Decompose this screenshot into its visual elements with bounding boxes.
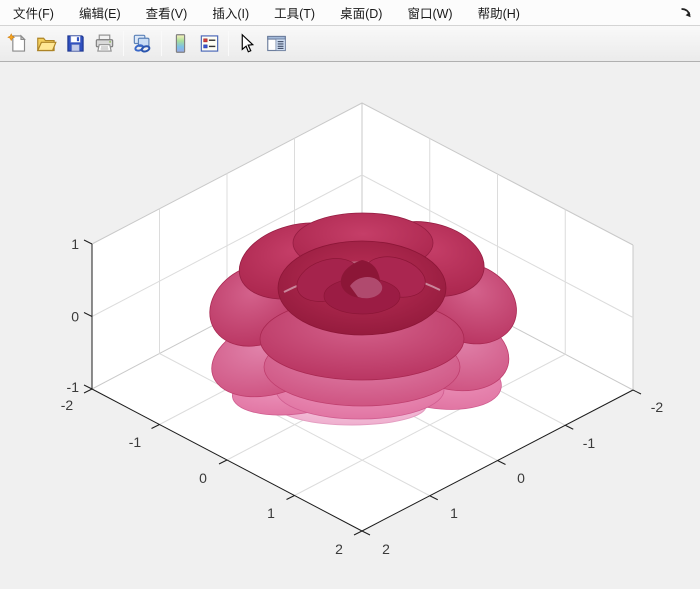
z-tick-label: -1 — [67, 379, 80, 395]
insert-legend-icon — [199, 33, 220, 54]
z-tick-label: 0 — [71, 309, 79, 325]
x-tick-label: -1 — [129, 434, 142, 450]
new-figure-button[interactable] — [4, 30, 31, 57]
open-file-icon — [36, 33, 57, 54]
open-file-button[interactable] — [33, 30, 60, 57]
menu-window[interactable]: 窗口(W) — [398, 0, 461, 26]
toolbar-separator — [161, 31, 162, 56]
insert-legend-button[interactable] — [196, 30, 223, 57]
z-tick-label: 1 — [71, 236, 79, 252]
show-plot-tools-icon — [266, 33, 287, 54]
z-axis-tick-labels: 1 0 -1 — [67, 236, 80, 395]
menu-bar: 文件(F) 编辑(E) 查看(V) 插入(I) 工具(T) 桌面(D) 窗口(W… — [0, 0, 700, 26]
menu-tools[interactable]: 工具(T) — [265, 0, 324, 26]
edit-plot-button[interactable] — [234, 30, 261, 57]
menu-help[interactable]: 帮助(H) — [469, 0, 529, 26]
print-button[interactable] — [91, 30, 118, 57]
edit-plot-arrow-icon — [237, 33, 258, 54]
link-plot-icon — [132, 33, 153, 54]
y-tick-label: -2 — [651, 399, 664, 415]
menu-insert[interactable]: 插入(I) — [203, 0, 258, 26]
insert-colorbar-button[interactable] — [167, 30, 194, 57]
axes-3d: 1 0 -1 -2 -1 0 1 2 2 1 0 -1 -2 — [0, 62, 700, 589]
show-plot-tools-button[interactable] — [263, 30, 290, 57]
menu-file[interactable]: 文件(F) — [4, 0, 63, 26]
insert-colorbar-icon — [170, 33, 191, 54]
y-tick-label: -1 — [583, 435, 596, 451]
y-tick-label: 1 — [450, 505, 458, 521]
matlab-figure-window: 文件(F) 编辑(E) 查看(V) 插入(I) 工具(T) 桌面(D) 窗口(W… — [0, 0, 700, 589]
x-tick-label: 2 — [335, 541, 343, 557]
link-plot-button[interactable] — [129, 30, 156, 57]
y-tick-label: 2 — [382, 541, 390, 557]
new-figure-icon — [7, 33, 28, 54]
dock-figure-arrow-icon[interactable] — [676, 3, 696, 23]
toolbar-separator — [123, 31, 124, 56]
x-tick-label: -2 — [61, 397, 74, 413]
print-icon — [94, 33, 115, 54]
menu-desktop[interactable]: 桌面(D) — [331, 0, 391, 26]
x-tick-label: 1 — [267, 505, 275, 521]
menu-view[interactable]: 查看(V) — [137, 0, 197, 26]
save-icon — [65, 33, 86, 54]
y-tick-label: 0 — [517, 470, 525, 486]
save-button[interactable] — [62, 30, 89, 57]
figure-toolbar — [0, 26, 700, 62]
menu-edit[interactable]: 编辑(E) — [70, 0, 130, 26]
x-tick-label: 0 — [199, 470, 207, 486]
toolbar-separator — [228, 31, 229, 56]
figure-canvas: 1 0 -1 -2 -1 0 1 2 2 1 0 -1 -2 — [0, 62, 700, 589]
